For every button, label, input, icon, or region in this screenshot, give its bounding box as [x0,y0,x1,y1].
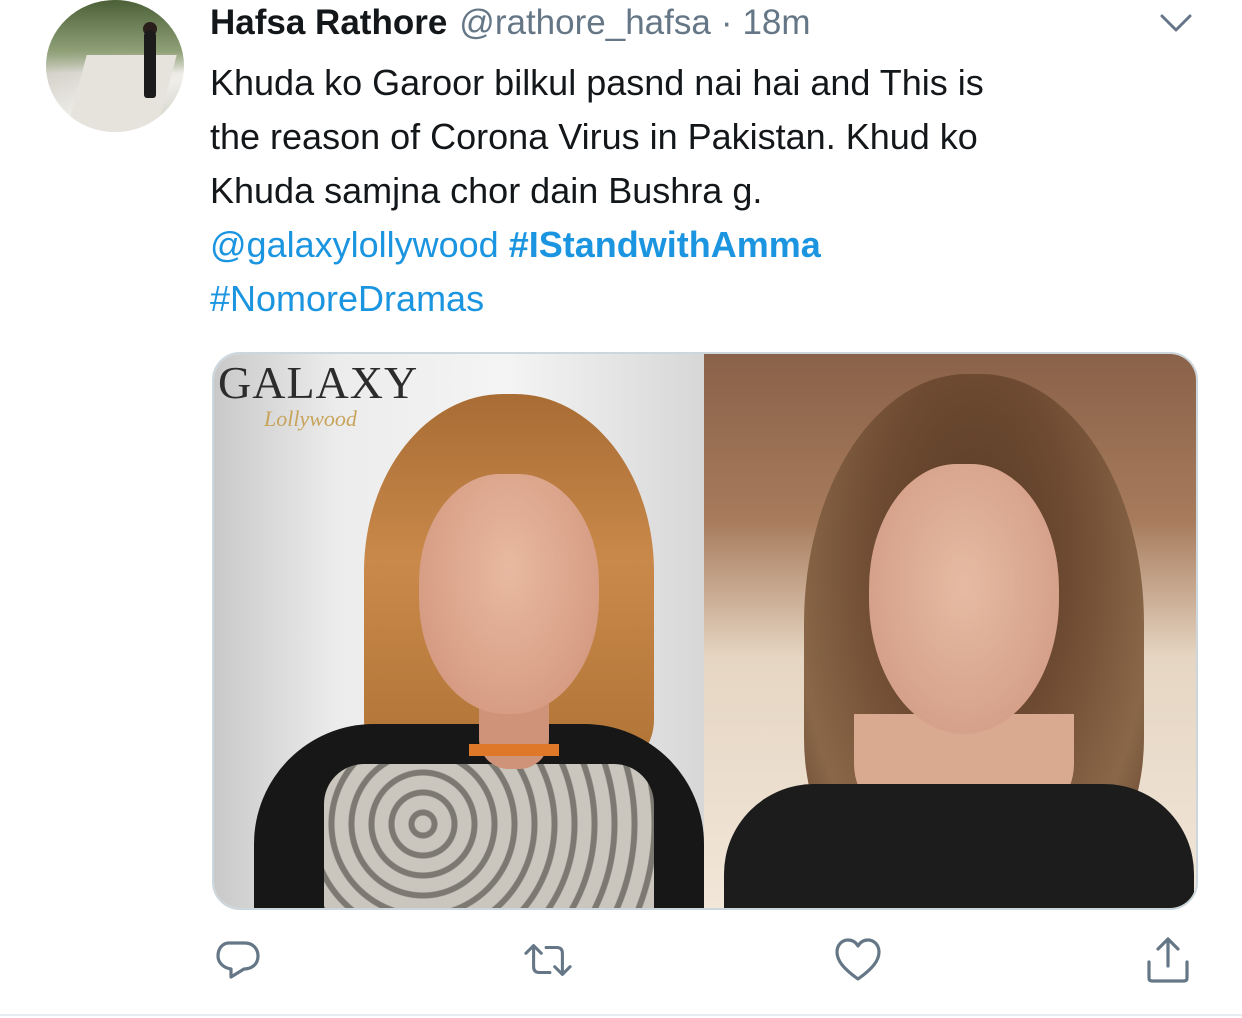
chevron-down-icon[interactable] [1156,8,1196,38]
avatar[interactable] [46,0,184,132]
tweet-media[interactable]: GALAXY Lollywood [212,352,1198,910]
retweet-button[interactable] [524,936,572,984]
retweet-icon [524,944,572,976]
photo-face [419,474,599,714]
media-photo-left: GALAXY Lollywood [214,354,704,908]
author-name[interactable]: Hafsa Rathore [210,3,447,43]
hashtag-link[interactable]: #NomoreDramas [210,278,484,319]
like-button[interactable] [834,936,882,984]
author-handle[interactable]: @rathore_hafsa [459,3,711,43]
share-button[interactable] [1144,936,1192,984]
reply-button[interactable] [214,936,262,984]
photo-face [869,464,1059,734]
photo-garment-pattern [324,764,654,908]
tweet-divider [0,1014,1242,1016]
photo-collar [469,744,559,756]
hashtag-link[interactable]: #IStandwithAmma [509,224,821,265]
media-photo-right [704,354,1196,908]
reply-icon [216,941,260,979]
tweet-tags-line: #NomoreDramas [210,272,1200,326]
tweet-text-line: the reason of Corona Virus in Pakistan. … [210,116,978,157]
tweet-tags-line: @galaxylollywood #IStandwithAmma [210,218,1200,272]
tweet-text: Khuda ko Garoor bilkul pasnd nai hai and… [210,56,1200,326]
watermark-logo-sub: Lollywood [264,406,357,431]
tweet-text-line: Khuda samjna chor dain Bushra g. [210,170,763,211]
tweet-timestamp[interactable]: 18m [742,3,810,43]
header-separator: · [720,3,733,42]
photo-body [724,784,1194,908]
tweet-actions [0,930,1242,1000]
tweet-header: Hafsa Rathore @rathore_hafsa · 18m [210,0,811,46]
like-icon [835,938,881,981]
watermark-logo: GALAXY [218,357,419,408]
mention-link[interactable]: @galaxylollywood [210,224,499,265]
share-icon [1147,937,1189,983]
tweet-text-line: Khuda ko Garoor bilkul pasnd nai hai and… [210,62,984,103]
avatar-person [144,30,156,98]
